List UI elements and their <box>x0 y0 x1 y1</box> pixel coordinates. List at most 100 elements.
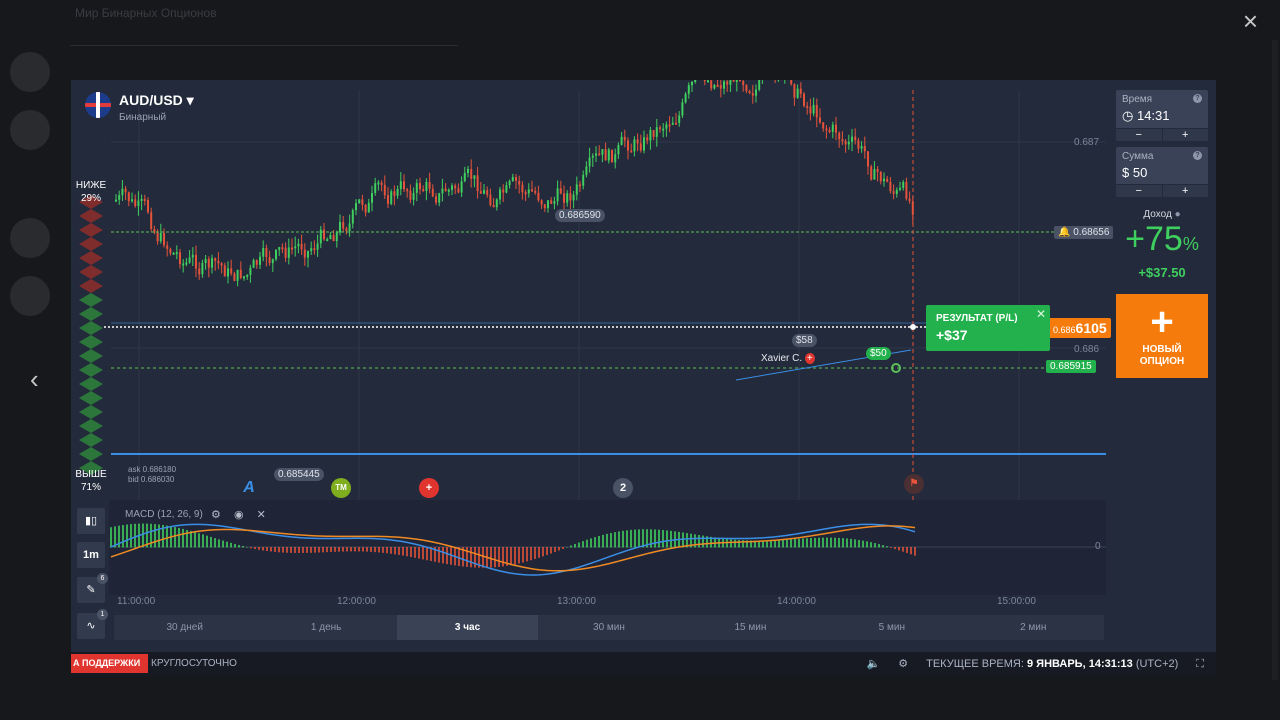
help-icon[interactable]: ● <box>1175 209 1181 220</box>
time-minus-button[interactable]: − <box>1116 128 1162 141</box>
support-button[interactable]: А ПОДДЕРЖКИ <box>71 654 149 673</box>
trade-bubble[interactable]: $50 <box>866 347 891 360</box>
expiry-flag-icon[interactable]: ⚑ <box>904 474 924 494</box>
candle-body <box>345 228 348 232</box>
time-plus-button[interactable]: + <box>1161 128 1208 141</box>
period-5-min[interactable]: 5 мин <box>821 615 962 640</box>
trader-name[interactable]: Xavier C. + <box>761 353 815 364</box>
candle-body <box>156 232 159 242</box>
trader-marker[interactable]: TM <box>331 478 351 498</box>
indicators-button[interactable]: ∿ 1 <box>77 609 108 639</box>
page-scrollbar[interactable] <box>1272 40 1278 680</box>
alert-price-tag[interactable]: 🔔 0.68656 <box>1054 226 1114 239</box>
macd-histogram-bar <box>834 537 836 548</box>
macd-histogram-bar <box>270 547 272 552</box>
drawing-tools-button[interactable]: ✎ 6 <box>77 573 108 603</box>
time-box[interactable]: Время ? ◷ 14:31 − + <box>1116 90 1208 141</box>
chart-area[interactable] <box>71 80 1216 655</box>
candle-body <box>681 102 684 116</box>
candle-body <box>342 221 345 229</box>
macd-histogram-bar <box>542 547 544 557</box>
macd-histogram-bar <box>142 523 144 548</box>
candle-body <box>899 187 901 190</box>
period-30-min[interactable]: 30 мин <box>538 615 679 640</box>
macd-histogram-bar <box>582 541 584 548</box>
macd-histogram-bar <box>734 539 736 548</box>
candle-body <box>732 80 735 82</box>
candle-body <box>518 180 521 185</box>
candle-body <box>643 137 645 151</box>
status-right: 🔈 ⚙ ТЕКУЩЕЕ ВРЕМЯ: 9 ЯНВАРЬ, 14:31:13 (U… <box>867 652 1204 676</box>
candle-body <box>195 254 197 269</box>
candle-body <box>591 155 594 158</box>
price-chart[interactable] <box>71 80 1216 655</box>
candle-body <box>367 202 370 213</box>
timeframe-button[interactable]: 1m <box>77 542 105 568</box>
macd-histogram-bar <box>362 547 364 552</box>
macd-histogram-bar <box>166 525 168 548</box>
period-30-days[interactable]: 30 дней <box>114 615 255 640</box>
asset-selector[interactable]: AUD/USD ▾ Бинарный <box>85 92 194 123</box>
candle-body <box>847 141 850 145</box>
sentiment-bar-segment <box>79 293 103 307</box>
candle-body <box>835 124 837 133</box>
close-icon[interactable]: ✕ <box>1036 307 1046 321</box>
help-icon[interactable]: ? <box>1193 151 1202 160</box>
macd-histogram-bar <box>590 538 592 548</box>
candle-body <box>748 91 751 94</box>
candle-body <box>822 122 825 129</box>
period-3-hour[interactable]: 3 час <box>396 615 539 640</box>
candle-body <box>396 189 399 196</box>
macd-histogram-bar <box>878 544 880 548</box>
amount-box[interactable]: Сумма ? $ 50 − + <box>1116 147 1208 197</box>
close-icon[interactable]: ✕ <box>257 509 266 521</box>
fullscreen-icon[interactable]: ⛶ <box>1196 652 1204 676</box>
high-price-label: 0.686590 <box>555 209 605 222</box>
candle-body <box>499 189 501 200</box>
trade-bubble[interactable]: $58 <box>792 334 817 347</box>
profit-percent: +75% <box>1116 220 1208 263</box>
amount-input[interactable]: $ 50 <box>1122 165 1202 180</box>
macd-histogram-bar <box>266 547 268 552</box>
macd-histogram-bar <box>606 533 608 548</box>
macd-histogram-bar <box>806 538 808 548</box>
candle-body <box>233 273 236 281</box>
gear-icon[interactable]: ⚙ <box>211 509 221 521</box>
candle-body <box>905 181 908 199</box>
previous-arrow-icon[interactable]: ‹ <box>30 364 39 395</box>
macd-histogram-bar <box>342 547 344 552</box>
candle-body <box>307 251 309 258</box>
help-icon[interactable]: ? <box>1193 94 1202 103</box>
macd-histogram-bar <box>314 547 316 553</box>
candle-body <box>383 184 386 196</box>
background-icon <box>10 110 50 150</box>
period-2-min[interactable]: 2 мин <box>963 615 1104 640</box>
candle-body <box>399 181 402 190</box>
background-icon <box>10 276 50 316</box>
new-option-button[interactable]: + НОВЫЙ ОПЦИОН <box>1116 294 1208 378</box>
period-1-day[interactable]: 1 день <box>255 615 396 640</box>
sentiment-bar-segment <box>79 265 103 279</box>
eye-icon[interactable]: ◉ <box>234 509 244 521</box>
amount-minus-button[interactable]: − <box>1116 184 1162 197</box>
macd-histogram-bar <box>566 546 568 548</box>
macd-histogram-bar <box>642 529 644 548</box>
candle-body <box>131 199 133 202</box>
macd-histogram-bar <box>442 547 444 564</box>
candle-body <box>895 189 898 194</box>
close-icon[interactable]: × <box>1243 6 1258 37</box>
candle-body <box>668 124 671 127</box>
macd-histogram-bar <box>594 537 596 548</box>
mute-icon[interactable]: 🔈 <box>867 652 881 676</box>
period-15-min[interactable]: 15 мин <box>680 615 821 640</box>
sentiment-bar-segment <box>79 335 103 349</box>
gear-icon[interactable]: ⚙ <box>898 652 908 676</box>
chart-type-button[interactable]: ▮▯ <box>77 508 105 534</box>
swiss-flag-icon[interactable]: + <box>419 478 439 498</box>
amount-plus-button[interactable]: + <box>1161 184 1208 197</box>
current-time-label: ТЕКУЩЕЕ ВРЕМЯ: <box>926 658 1024 670</box>
candle-body <box>137 200 140 207</box>
macd-histogram-bar <box>666 530 668 548</box>
candle-body <box>489 194 492 206</box>
event-count-marker[interactable]: 2 <box>613 478 633 498</box>
